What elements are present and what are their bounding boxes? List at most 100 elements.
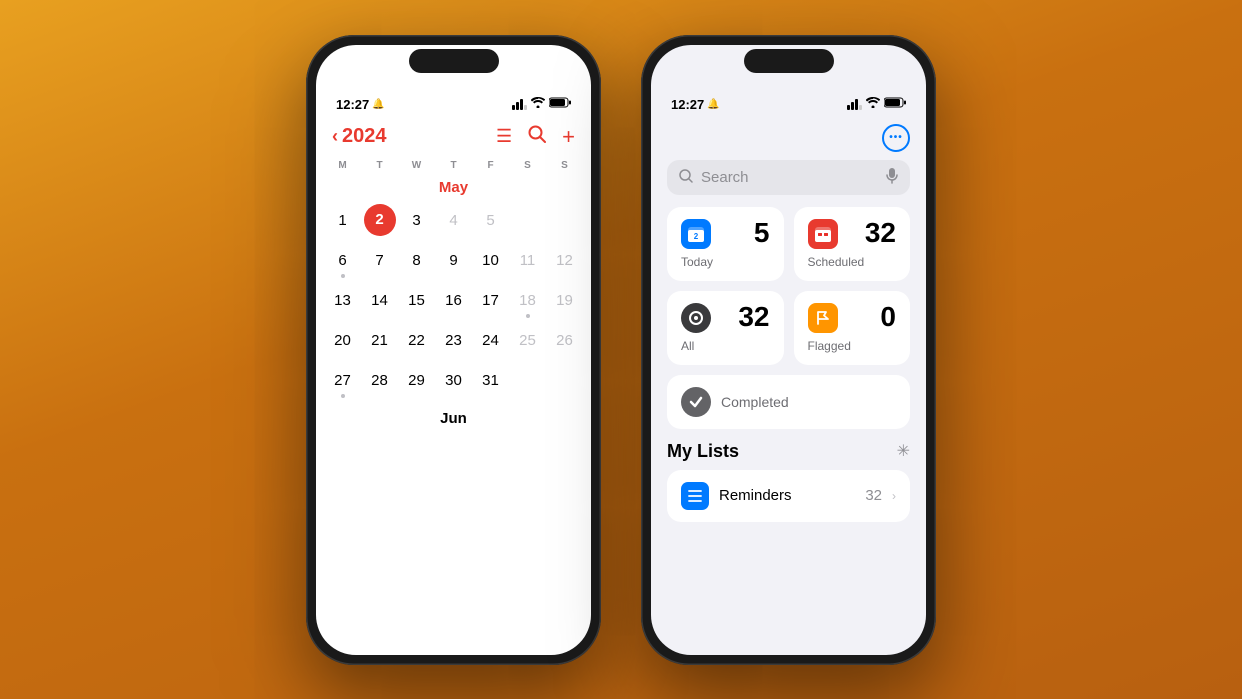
event-dot bbox=[341, 274, 345, 278]
bar1r bbox=[847, 105, 850, 110]
all-card-top: 32 bbox=[681, 303, 770, 333]
cal-day-24[interactable]: 24 bbox=[472, 324, 509, 358]
cal-day-31[interactable]: 31 bbox=[472, 364, 509, 398]
day-num: 9 bbox=[449, 252, 457, 269]
day-num: 12 bbox=[556, 252, 573, 269]
weekday-f: F bbox=[472, 158, 509, 173]
list-item-icon bbox=[681, 482, 709, 510]
cal-day-13[interactable]: 13 bbox=[324, 284, 361, 318]
cal-day-10[interactable]: 10 bbox=[472, 244, 509, 278]
cal-day-empty1 bbox=[509, 204, 546, 238]
all-card[interactable]: 32 All bbox=[667, 291, 784, 365]
bell-icon-right: 🔔 bbox=[707, 99, 719, 110]
weekday-s1: S bbox=[509, 158, 546, 173]
more-dots-icon: ••• bbox=[889, 132, 903, 143]
day-num: 11 bbox=[520, 252, 536, 269]
dynamic-island-right bbox=[744, 49, 834, 73]
scheduled-card[interactable]: 32 Scheduled bbox=[794, 207, 911, 281]
day-num: 15 bbox=[408, 292, 425, 309]
completed-label: Completed bbox=[721, 394, 789, 410]
bar4r bbox=[859, 105, 862, 110]
day-num: 17 bbox=[482, 292, 499, 309]
bar3r bbox=[855, 99, 858, 110]
battery-icon-right bbox=[884, 97, 906, 111]
signal-bars bbox=[512, 99, 527, 110]
calendar-header: ‹ 2024 ☰ + bbox=[316, 120, 591, 158]
cal-day-5[interactable]: 5 bbox=[472, 204, 509, 238]
calendar-grid: 1 2 3 4 5 6 7 8 9 10 11 12 13 14 15 16 1… bbox=[316, 204, 591, 398]
next-month-label: Jun bbox=[316, 410, 591, 427]
cal-day-21[interactable]: 21 bbox=[361, 324, 398, 358]
day-num: 31 bbox=[482, 372, 499, 389]
search-icon-rem bbox=[679, 169, 693, 186]
wifi-icon-left bbox=[531, 97, 545, 111]
cal-day-4[interactable]: 4 bbox=[435, 204, 472, 238]
cal-day-9[interactable]: 9 bbox=[435, 244, 472, 278]
flagged-card[interactable]: 0 Flagged bbox=[794, 291, 911, 365]
cal-day-20[interactable]: 20 bbox=[324, 324, 361, 358]
add-event-icon[interactable]: + bbox=[562, 124, 575, 150]
year-label: 2024 bbox=[342, 125, 387, 148]
cal-day-empty4 bbox=[546, 364, 583, 398]
cal-day-22[interactable]: 22 bbox=[398, 324, 435, 358]
cal-day-17[interactable]: 17 bbox=[472, 284, 509, 318]
cal-day-19[interactable]: 19 bbox=[546, 284, 583, 318]
cal-day-14[interactable]: 14 bbox=[361, 284, 398, 318]
flagged-card-top: 0 bbox=[808, 303, 897, 333]
status-time-right: 12:27 🔔 bbox=[671, 97, 720, 112]
microphone-icon[interactable] bbox=[886, 168, 898, 187]
cal-day-16[interactable]: 16 bbox=[435, 284, 472, 318]
cal-day-12[interactable]: 12 bbox=[546, 244, 583, 278]
flagged-count: 0 bbox=[880, 303, 896, 331]
day-num: 6 bbox=[338, 252, 346, 269]
day-num: 24 bbox=[482, 332, 499, 349]
cal-day-26[interactable]: 26 bbox=[546, 324, 583, 358]
bell-icon-left: 🔔 bbox=[372, 99, 384, 110]
cal-day-1[interactable]: 1 bbox=[324, 204, 361, 238]
reminders-header: ••• bbox=[651, 120, 926, 160]
calendar-year-back[interactable]: ‹ 2024 bbox=[332, 125, 387, 148]
cal-day-empty2 bbox=[546, 204, 583, 238]
weekday-headers: M T W T F S S bbox=[316, 158, 591, 173]
cal-day-18[interactable]: 18 bbox=[509, 284, 546, 318]
weekday-t1: T bbox=[361, 158, 398, 173]
day-num: 30 bbox=[445, 372, 462, 389]
cal-day-28[interactable]: 28 bbox=[361, 364, 398, 398]
cal-day-30[interactable]: 30 bbox=[435, 364, 472, 398]
cal-day-15[interactable]: 15 bbox=[398, 284, 435, 318]
today-card[interactable]: 2 5 Today bbox=[667, 207, 784, 281]
day-num: 7 bbox=[375, 252, 383, 269]
month-label: May bbox=[316, 179, 591, 196]
completed-card[interactable]: Completed bbox=[667, 375, 910, 429]
cal-day-25[interactable]: 25 bbox=[509, 324, 546, 358]
chevron-left-icon: ‹ bbox=[332, 126, 338, 147]
left-phone: 12:27 🔔 ‹ 2 bbox=[306, 35, 601, 665]
weekday-w: W bbox=[398, 158, 435, 173]
cal-day-11[interactable]: 11 bbox=[509, 244, 546, 278]
cal-day-8[interactable]: 8 bbox=[398, 244, 435, 278]
time-right: 12:27 bbox=[671, 97, 704, 112]
day-num: 1 bbox=[338, 212, 346, 229]
cal-day-29[interactable]: 29 bbox=[398, 364, 435, 398]
day-num: 4 bbox=[449, 212, 457, 229]
search-bar[interactable]: Search bbox=[667, 160, 910, 195]
day-num: 13 bbox=[334, 292, 351, 309]
cal-day-3[interactable]: 3 bbox=[398, 204, 435, 238]
list-view-icon[interactable]: ☰ bbox=[496, 126, 512, 147]
cal-day-2-today[interactable]: 2 bbox=[364, 204, 396, 236]
cal-day-7[interactable]: 7 bbox=[361, 244, 398, 278]
scheduled-label: Scheduled bbox=[808, 255, 897, 269]
reminders-list-item[interactable]: Reminders 32 › bbox=[667, 470, 910, 522]
day-num: 25 bbox=[519, 332, 536, 349]
time-left: 12:27 bbox=[336, 97, 369, 112]
day-num: 18 bbox=[519, 292, 536, 309]
status-time-left: 12:27 🔔 bbox=[336, 97, 385, 112]
day-num: 20 bbox=[334, 332, 351, 349]
search-icon[interactable] bbox=[528, 125, 546, 148]
event-dot3 bbox=[341, 394, 345, 398]
cal-day-23[interactable]: 23 bbox=[435, 324, 472, 358]
scheduled-card-top: 32 bbox=[808, 219, 897, 249]
cal-day-27[interactable]: 27 bbox=[324, 364, 361, 398]
cal-day-6[interactable]: 6 bbox=[324, 244, 361, 278]
more-options-button[interactable]: ••• bbox=[882, 124, 910, 152]
